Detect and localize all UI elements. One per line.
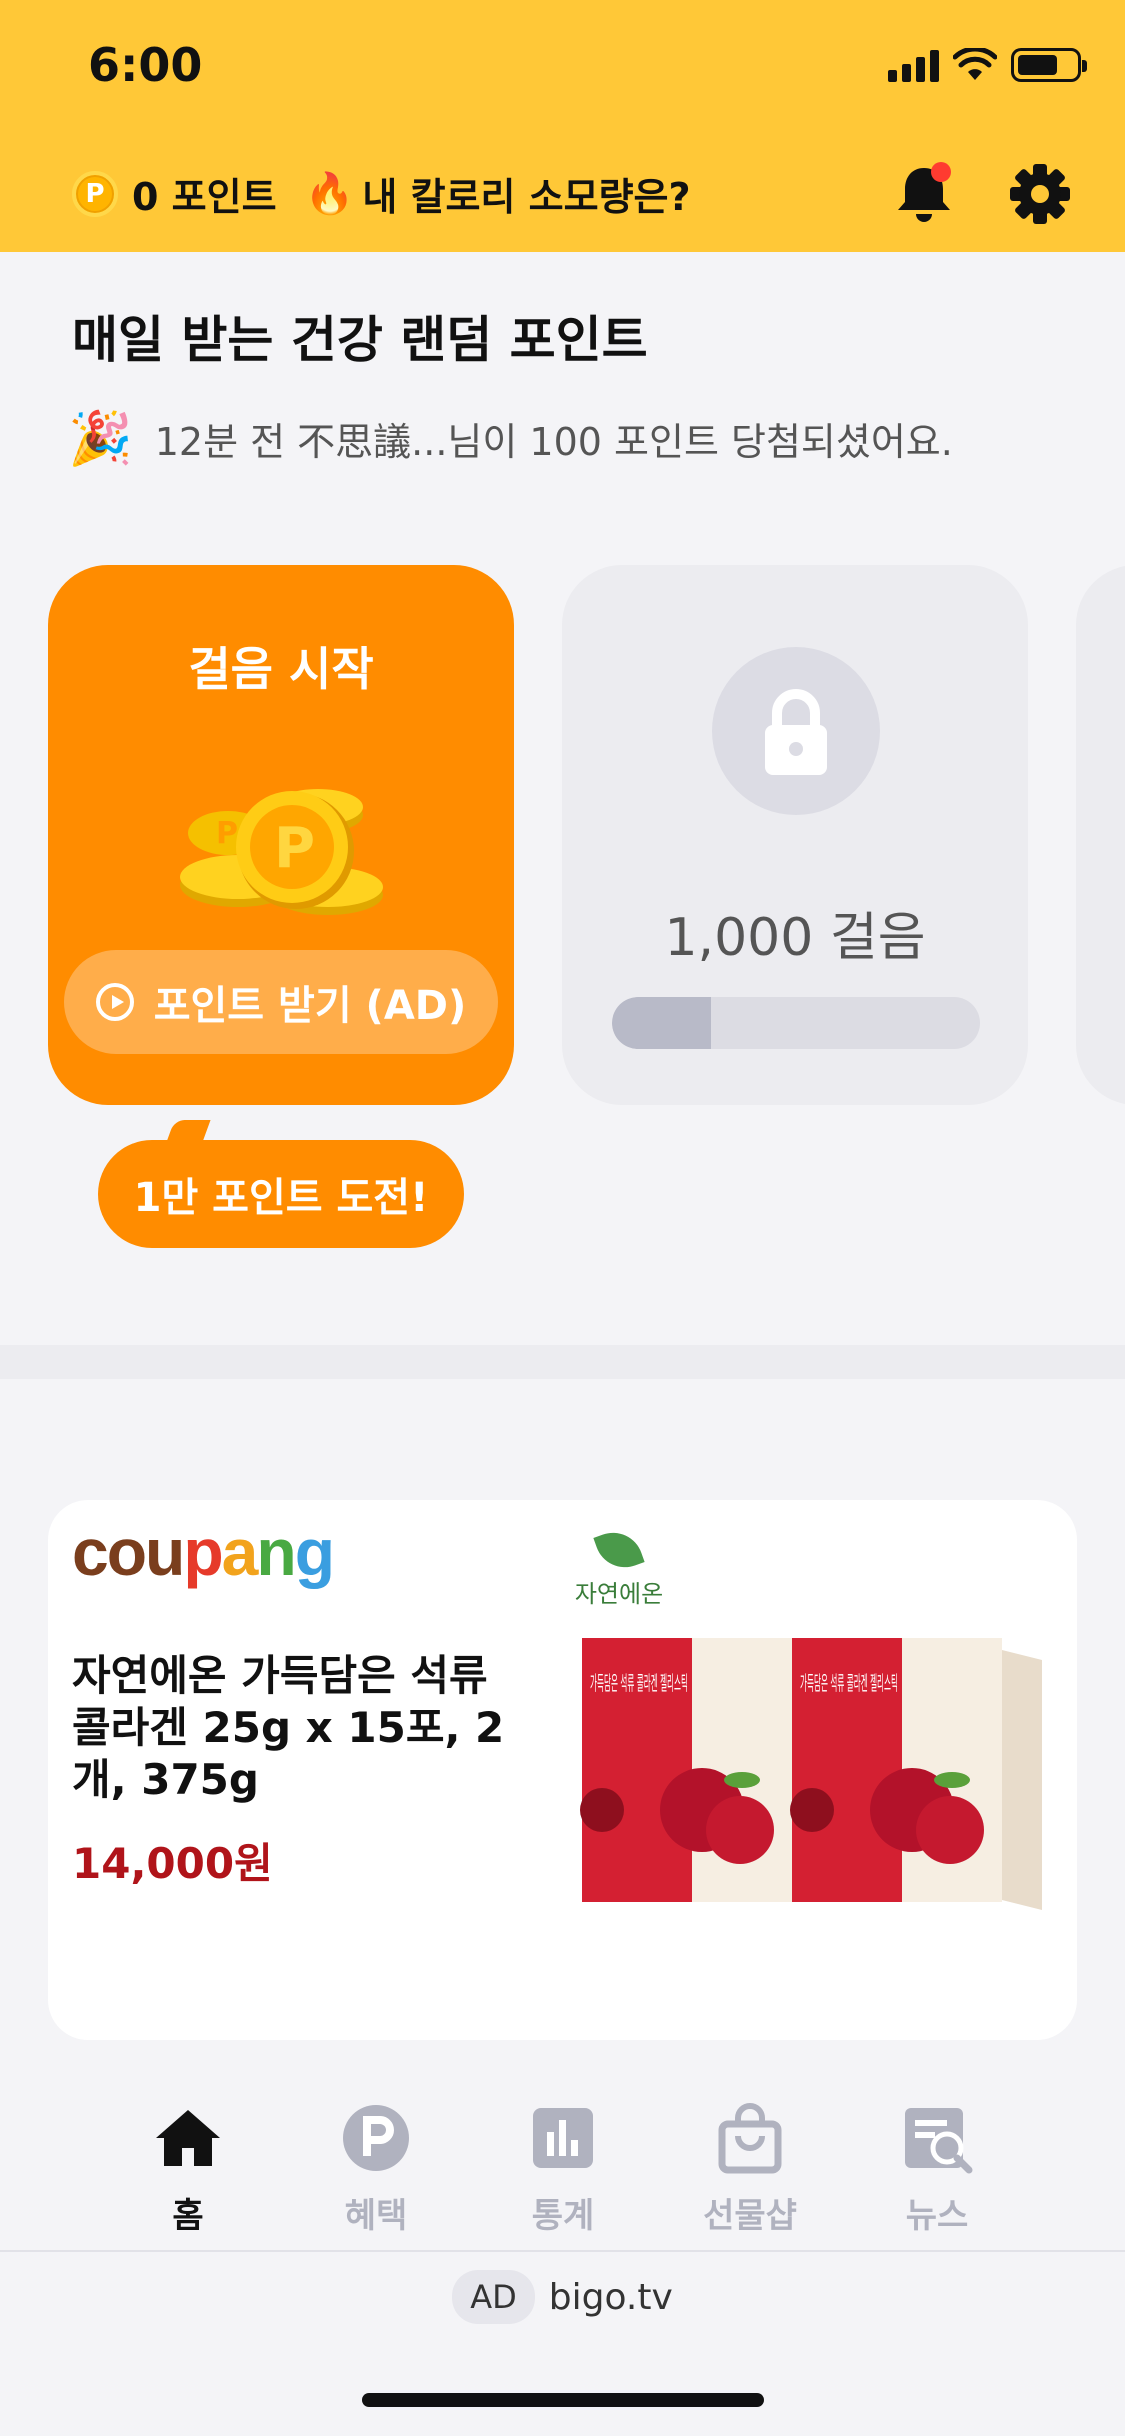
leaf-icon: [593, 1524, 645, 1576]
home-indicator[interactable]: [362, 2393, 764, 2407]
product-ad-card[interactable]: coupang 자연에온 자연에온 가득담은 석류 콜라겐 25g x 15포,…: [48, 1500, 1077, 2040]
step-progress-fill: [612, 997, 712, 1049]
coin-letter-main: P: [274, 816, 315, 881]
lock-badge: [712, 647, 880, 815]
tab-stats[interactable]: 통계: [488, 2102, 638, 2237]
status-time: 6:00: [88, 38, 203, 92]
section-title: 매일 받는 건강 랜덤 포인트: [72, 311, 648, 369]
bar-chart-icon: [533, 2108, 593, 2168]
gold-coins-icon: P P: [180, 789, 383, 915]
challenge-bubble[interactable]: 1만 포인트 도전!: [98, 1140, 464, 1248]
settings-gear-icon[interactable]: [1008, 162, 1072, 226]
ad-badge: AD: [452, 2270, 535, 2324]
lock-icon: [765, 689, 827, 775]
tab-label: 뉴스: [905, 2196, 969, 2236]
locked-step-card[interactable]: 1,000 걸음: [562, 565, 1028, 1105]
app-header: 6:00 P 0 포인트 🔥 내 칼로리 소모량은?: [0, 0, 1125, 252]
fire-icon: 🔥: [304, 171, 355, 217]
shopping-bag-icon: [718, 2103, 782, 2174]
product-title[interactable]: 자연에온 가득담은 석류 콜라겐 25g x 15포, 2개, 375g: [72, 1650, 532, 1806]
brand-logo: 자연에온: [564, 1524, 674, 1609]
play-circle-icon: [95, 983, 134, 1021]
party-popper-icon: 🎉: [68, 409, 133, 469]
step-goal-label: 1,000 걸음: [664, 908, 926, 968]
step-progress-bar: [612, 997, 980, 1049]
winner-message: 12분 전 不思議...님이 100 포인트 당첨되셨어요.: [154, 420, 953, 464]
section-divider: [0, 1345, 1125, 1379]
product-price: 14,000원: [72, 1839, 273, 1888]
tab-label: 통계: [531, 2196, 595, 2236]
coin-letter-left: P: [216, 816, 238, 851]
notification-bell-icon[interactable]: [893, 160, 955, 226]
points-summary[interactable]: P 0 포인트 🔥 내 칼로리 소모량은?: [72, 166, 691, 221]
tab-label: 선물샵: [703, 2196, 797, 2236]
walk-start-title: 걸음 시작: [188, 642, 374, 696]
coin-icon: P: [72, 170, 118, 217]
claim-points-ad-button[interactable]: 포인트 받기 (AD): [64, 950, 498, 1054]
walk-start-card[interactable]: 걸음 시작 P P 포인트 받기 (AD): [48, 565, 514, 1105]
points-p-icon: [343, 2105, 409, 2171]
tab-label: 홈: [172, 2196, 204, 2236]
status-icons: [888, 48, 1087, 82]
battery-icon: [1011, 48, 1087, 82]
footer-ad-banner[interactable]: AD bigo.tv: [0, 2262, 1125, 2332]
claim-points-label: 포인트 받기 (AD): [153, 983, 467, 1029]
tab-home[interactable]: 홈: [113, 2102, 263, 2237]
tab-label: 혜택: [344, 2196, 408, 2236]
points-balance[interactable]: 0 포인트: [132, 166, 277, 221]
news-search-icon: [905, 2108, 973, 2174]
home-icon: [156, 2110, 220, 2166]
package-text-right: 가득담은 석류 콜라겐 젤리스틱: [800, 1671, 898, 1695]
ad-domain-link[interactable]: bigo.tv: [549, 2277, 673, 2318]
bottom-tab-bar: 홈 혜택 통계 선물샵 뉴스: [0, 2090, 1125, 2250]
winner-notice: 🎉 12분 전 不思議...님이 100 포인트 당첨되셨어요.: [68, 408, 953, 469]
brand-name: 자연에온: [574, 1580, 664, 1608]
tab-news[interactable]: 뉴스: [862, 2102, 1012, 2237]
product-image[interactable]: 가득담은 석류 콜라겐 젤리스틱 가득담은 석류 콜라겐 젤리스틱: [562, 1630, 1042, 1920]
tab-gift-shop[interactable]: 선물샵: [675, 2102, 825, 2237]
coupang-logo: coupang: [72, 1515, 335, 1589]
tab-bar-divider: [0, 2250, 1125, 2252]
next-card-peek[interactable]: [1076, 565, 1125, 1105]
cellular-signal-icon: [888, 48, 939, 82]
calorie-link[interactable]: 내 칼로리 소모량은?: [362, 166, 690, 221]
wifi-icon: [953, 48, 997, 80]
package-text-left: 가득담은 석류 콜라겐 젤리스틱: [590, 1671, 688, 1695]
tab-benefits[interactable]: 혜택: [301, 2102, 451, 2237]
